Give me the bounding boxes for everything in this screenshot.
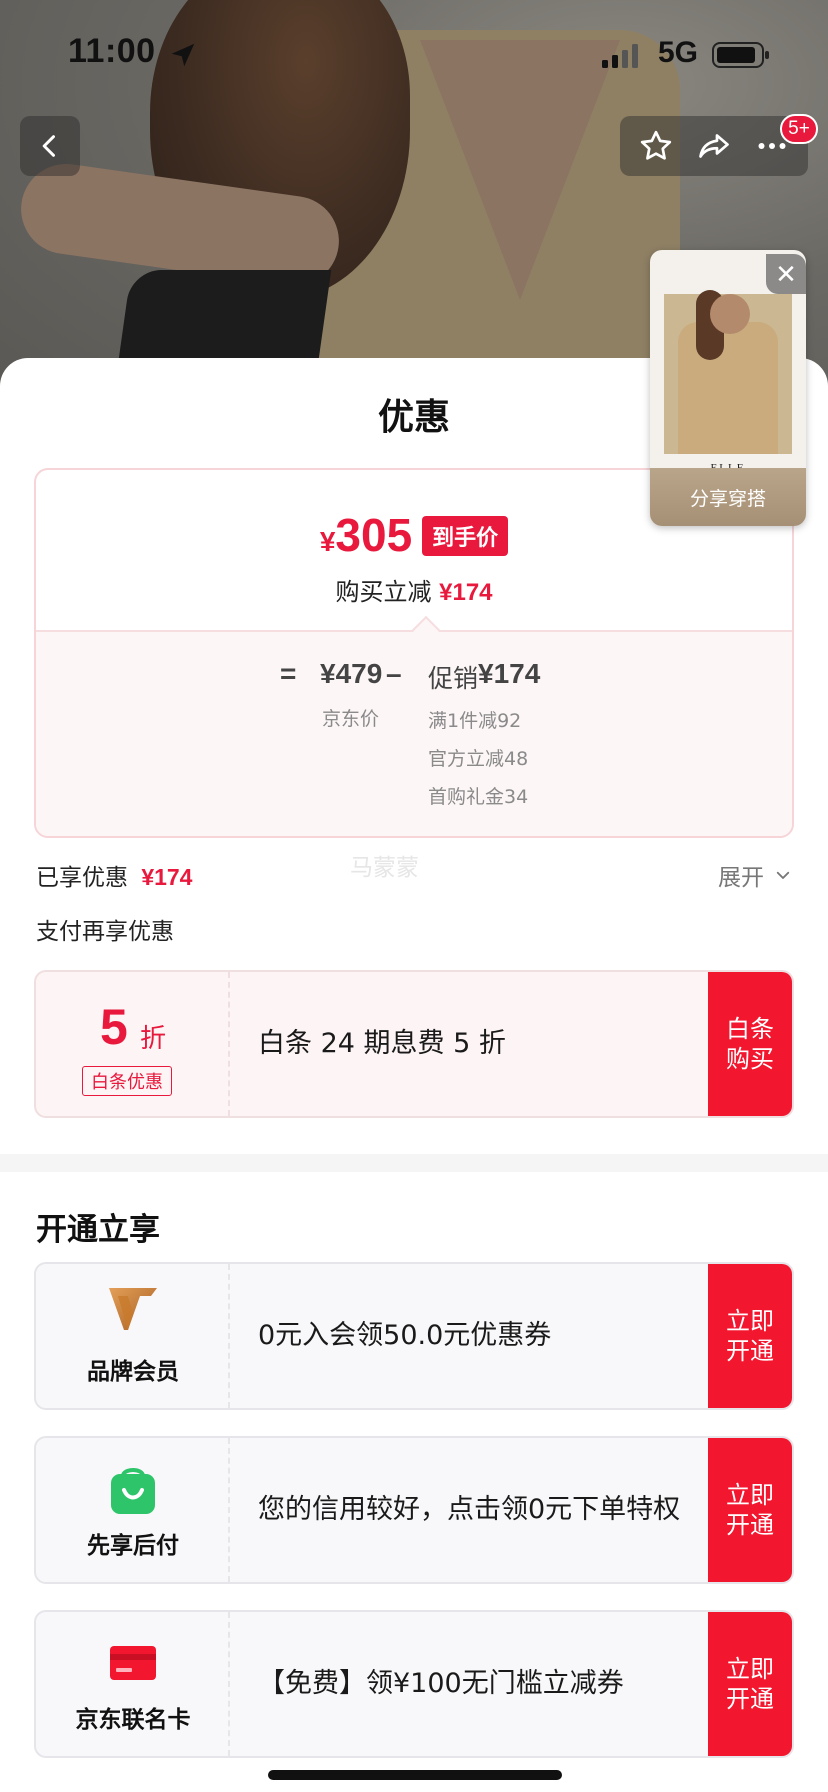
jd-price-label: 京东价 [322, 708, 380, 730]
co-brand-badge: 京东联名卡 [36, 1612, 230, 1756]
thumbnail-face [710, 294, 750, 334]
baitiao-text: 白条 24 期息费 5 折 [258, 1028, 506, 1059]
share-look-caption: 分享穿搭 [650, 468, 806, 526]
watermark: 马蒙蒙 [350, 855, 419, 881]
star-icon[interactable] [638, 128, 674, 164]
card-label: 品牌会员 [87, 1359, 179, 1385]
enjoyed-label: 已享优惠 [36, 865, 128, 891]
share-icon[interactable] [696, 128, 732, 164]
shopping-bag-icon [111, 1468, 155, 1514]
status-time: 11:00 [68, 32, 156, 70]
notification-badge: 5+ [780, 114, 818, 144]
baitiao-offer-card: 5 折 白条优惠 白条 24 期息费 5 折 白条购买 [34, 970, 794, 1118]
baitiao-badge: 5 折 白条优惠 [36, 972, 230, 1116]
currency-symbol: ¥ [319, 526, 336, 557]
battery-icon [712, 42, 769, 68]
open-button[interactable]: 立即开通 [708, 1438, 792, 1582]
promo-item: 满1件减92 [428, 710, 522, 732]
promo-item: 官方立减48 [428, 748, 529, 770]
location-arrow-icon [171, 43, 195, 67]
status-bar: 11:00 5G [0, 0, 828, 100]
thumbnail-dress [678, 322, 778, 454]
chevron-down-icon [776, 871, 790, 879]
reduce-value: ¥174 [439, 579, 493, 606]
co-brand-card: 京东联名卡 【免费】领¥100无门槛立减券 立即开通 [34, 1610, 794, 1758]
section-divider [0, 1154, 828, 1172]
price-formula: = ¥479 – 促销 ¥174 京东价 满1件减92 官方立减48 首购礼金3… [36, 630, 792, 836]
discount-sheet: 优惠 ¥ 305 到手价 购买立减 ¥174 = ¥479 – 促销 ¥174 … [0, 358, 828, 1792]
reduce-row: 购买立减 ¥174 [36, 572, 792, 607]
formula-equals: = [280, 658, 297, 689]
open-button[interactable]: 立即开通 [708, 1612, 792, 1756]
brand-member-icon [109, 1288, 157, 1330]
pay-later-badge: 先享后付 [36, 1438, 230, 1582]
baitiao-buy-button[interactable]: 白条购买 [708, 972, 792, 1116]
pay-later-card: 先享后付 您的信用较好，点击领0元下单特权 立即开通 [34, 1436, 794, 1584]
reduce-label: 购买立减 [335, 578, 432, 606]
enjoyed-value: ¥174 [141, 864, 193, 890]
jd-price: ¥479 [320, 658, 383, 689]
brand-member-badge: 品牌会员 [36, 1264, 230, 1408]
home-indicator [268, 1770, 562, 1780]
card-text: 0元入会领50.0元优惠券 [258, 1320, 552, 1351]
pay-section-title: 支付再享优惠 [36, 919, 174, 945]
final-price-tag: 到手价 [422, 516, 509, 556]
expand-toggle[interactable]: 展开 [718, 858, 792, 892]
chevron-left-icon [42, 135, 55, 157]
open-section-title: 开通立享 [36, 1212, 160, 1248]
expand-label: 展开 [718, 865, 764, 891]
network-label: 5G [658, 36, 699, 69]
credit-card-icon [110, 1646, 156, 1680]
card-text: 您的信用较好，点击领0元下单特权 [258, 1494, 681, 1525]
discount-value: 5 [100, 999, 128, 1055]
formula-minus: – [386, 658, 402, 689]
baitiao-tag: 白条优惠 [82, 1066, 172, 1096]
signal-icon [602, 44, 638, 68]
final-price: 305 [335, 509, 413, 561]
promo-item: 首购礼金34 [428, 786, 529, 808]
discount-unit: 折 [140, 1024, 167, 1054]
promo-label: 促销 [428, 664, 479, 693]
card-text: 【免费】领¥100无门槛立减券 [258, 1668, 624, 1699]
open-button[interactable]: 立即开通 [708, 1264, 792, 1408]
close-icon[interactable]: ✕ [766, 254, 806, 294]
back-button[interactable] [20, 116, 80, 176]
enjoyed-discount-row: 已享优惠 ¥174 [36, 858, 192, 892]
promo-value: ¥174 [478, 658, 541, 689]
card-label: 京东联名卡 [75, 1707, 191, 1733]
brand-member-card: 品牌会员 0元入会领50.0元优惠券 立即开通 [34, 1262, 794, 1410]
card-label: 先享后付 [87, 1533, 179, 1559]
